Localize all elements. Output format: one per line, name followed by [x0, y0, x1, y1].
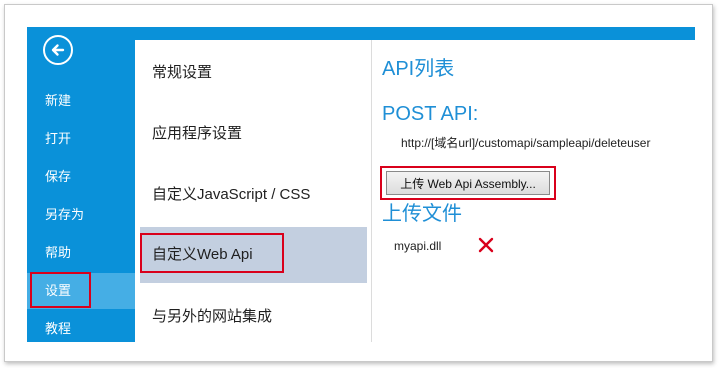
nav-item-new[interactable]: 新建 — [27, 83, 135, 119]
uploaded-files-title: 上传文件 — [382, 203, 462, 225]
nav-item-label: 打开 — [45, 131, 72, 146]
nav-item-label: 保存 — [45, 169, 72, 184]
api-list-title: API列表 — [382, 58, 455, 80]
menu-item-site-integration[interactable]: 与另外的网站集成 — [140, 289, 367, 345]
menu-item-app-settings[interactable]: 应用程序设置 — [140, 106, 367, 162]
menu-item-label: 常规设置 — [152, 64, 213, 81]
nav-item-label: 教程 — [45, 321, 72, 336]
menu-item-label: 与另外的网站集成 — [152, 308, 273, 325]
nav-item-tutorial[interactable]: 教程 — [27, 311, 135, 342]
post-api-url: http://[域名url]/customapi/sampleapi/delet… — [401, 136, 651, 150]
menu-item-general-settings[interactable]: 常规设置 — [140, 45, 367, 101]
highlight-box-settings — [30, 272, 91, 308]
nav-item-label: 新建 — [45, 93, 72, 108]
menu-item-label: 应用程序设置 — [152, 125, 243, 142]
upload-assembly-button[interactable]: 上传 Web Api Assembly... — [386, 171, 550, 195]
menu-item-custom-js-css[interactable]: 自定义JavaScript / CSS — [140, 167, 367, 223]
back-button[interactable] — [43, 35, 73, 65]
uploaded-file-name: myapi.dll — [394, 239, 442, 253]
panel-divider — [371, 40, 372, 342]
nav-item-help[interactable]: 帮助 — [27, 235, 135, 271]
nav-item-open[interactable]: 打开 — [27, 121, 135, 157]
delete-x-icon[interactable] — [477, 236, 495, 254]
post-api-title: POST API: — [382, 103, 479, 125]
highlight-box-web-api — [140, 233, 284, 273]
nav-item-save[interactable]: 保存 — [27, 159, 135, 195]
back-arrow-icon — [51, 44, 65, 56]
menu-item-label: 自定义JavaScript / CSS — [152, 186, 311, 203]
top-accent-strip — [135, 27, 695, 40]
nav-item-label: 另存为 — [45, 207, 85, 222]
nav-item-label: 帮助 — [45, 245, 72, 260]
nav-item-save-as[interactable]: 另存为 — [27, 197, 135, 233]
upload-button-label: 上传 Web Api Assembly... — [400, 176, 536, 191]
